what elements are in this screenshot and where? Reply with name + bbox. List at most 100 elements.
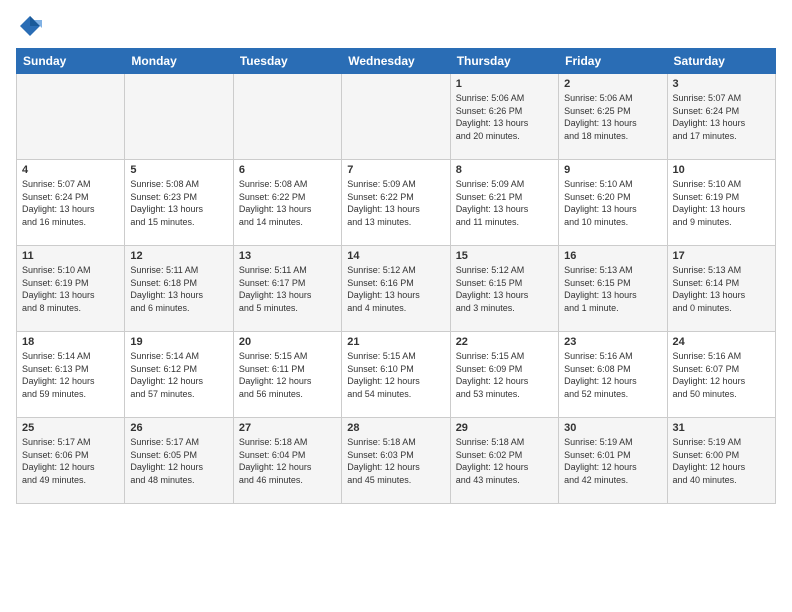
calendar-cell — [17, 74, 125, 160]
calendar-cell: 17Sunrise: 5:13 AM Sunset: 6:14 PM Dayli… — [667, 246, 775, 332]
day-number: 14 — [347, 250, 444, 262]
day-number: 25 — [22, 422, 119, 434]
calendar-cell: 26Sunrise: 5:17 AM Sunset: 6:05 PM Dayli… — [125, 418, 233, 504]
calendar-cell: 1 Sunrise: 5:06 AM Sunset: 6:26 PM Daylig… — [450, 74, 558, 160]
day-info: Sunrise: 5:10 AM Sunset: 6:19 PM Dayligh… — [22, 264, 119, 314]
calendar-week-3: 11 Sunrise: 5:10 AM Sunset: 6:19 PM Dayli… — [17, 246, 776, 332]
day-number: 8 — [456, 164, 553, 176]
calendar-cell: 7 Sunrise: 5:09 AM Sunset: 6:22 PM Daylig… — [342, 160, 450, 246]
day-info: Sunrise: 5:12 AM Sunset: 6:16 PM Dayligh… — [347, 264, 444, 314]
calendar-cell — [342, 74, 450, 160]
day-info: Sunrise: 5:06 AM Sunset: 6:26 PM Dayligh… — [456, 92, 553, 142]
calendar-cell: 20Sunrise: 5:15 AM Sunset: 6:11 PM Dayli… — [233, 332, 341, 418]
day-info: Sunrise: 5:13 AM Sunset: 6:15 PM Dayligh… — [564, 264, 661, 314]
day-number: 19 — [130, 336, 227, 348]
day-info: Sunrise: 5:17 AM Sunset: 6:06 PM Dayligh… — [22, 436, 119, 486]
day-info: Sunrise: 5:14 AM Sunset: 6:13 PM Dayligh… — [22, 350, 119, 400]
calendar-week-2: 4 Sunrise: 5:07 AM Sunset: 6:24 PM Daylig… — [17, 160, 776, 246]
day-number: 18 — [22, 336, 119, 348]
day-info: Sunrise: 5:11 AM Sunset: 6:17 PM Dayligh… — [239, 264, 336, 314]
weekday-header-saturday: Saturday — [667, 49, 775, 74]
calendar-cell: 30 Sunrise: 5:19 AM Sunset: 6:01 PM Dayli… — [559, 418, 667, 504]
calendar-cell: 21 Sunrise: 5:15 AM Sunset: 6:10 PM Dayli… — [342, 332, 450, 418]
calendar-cell: 22 Sunrise: 5:15 AM Sunset: 6:09 PM Dayli… — [450, 332, 558, 418]
calendar-cell: 16 Sunrise: 5:13 AM Sunset: 6:15 PM Dayli… — [559, 246, 667, 332]
calendar-cell: 10Sunrise: 5:10 AM Sunset: 6:19 PM Dayli… — [667, 160, 775, 246]
calendar-cell: 13 Sunrise: 5:11 AM Sunset: 6:17 PM Dayli… — [233, 246, 341, 332]
calendar-cell: 6 Sunrise: 5:08 AM Sunset: 6:22 PM Daylig… — [233, 160, 341, 246]
day-number: 23 — [564, 336, 661, 348]
day-info: Sunrise: 5:18 AM Sunset: 6:02 PM Dayligh… — [456, 436, 553, 486]
day-number: 4 — [22, 164, 119, 176]
day-info: Sunrise: 5:08 AM Sunset: 6:22 PM Dayligh… — [239, 178, 336, 228]
calendar-cell — [233, 74, 341, 160]
day-info: Sunrise: 5:10 AM Sunset: 6:20 PM Dayligh… — [564, 178, 661, 228]
calendar-cell: 4 Sunrise: 5:07 AM Sunset: 6:24 PM Daylig… — [17, 160, 125, 246]
day-number: 27 — [239, 422, 336, 434]
day-info: Sunrise: 5:19 AM Sunset: 6:01 PM Dayligh… — [564, 436, 661, 486]
calendar-cell: 28Sunrise: 5:18 AM Sunset: 6:03 PM Dayli… — [342, 418, 450, 504]
day-number: 28 — [347, 422, 444, 434]
calendar-cell: 5 Sunrise: 5:08 AM Sunset: 6:23 PM Daylig… — [125, 160, 233, 246]
day-number: 1 — [456, 78, 553, 90]
logo — [16, 12, 48, 40]
day-number: 12 — [130, 250, 227, 262]
day-number: 22 — [456, 336, 553, 348]
day-info: Sunrise: 5:13 AM Sunset: 6:14 PM Dayligh… — [673, 264, 770, 314]
weekday-header-sunday: Sunday — [17, 49, 125, 74]
day-number: 5 — [130, 164, 227, 176]
day-number: 20 — [239, 336, 336, 348]
weekday-header-tuesday: Tuesday — [233, 49, 341, 74]
calendar-cell: 23 Sunrise: 5:16 AM Sunset: 6:08 PM Dayli… — [559, 332, 667, 418]
day-info: Sunrise: 5:16 AM Sunset: 6:08 PM Dayligh… — [564, 350, 661, 400]
logo-icon — [16, 12, 44, 40]
calendar-cell: 3 Sunrise: 5:07 AM Sunset: 6:24 PM Daylig… — [667, 74, 775, 160]
day-info: Sunrise: 5:14 AM Sunset: 6:12 PM Dayligh… — [130, 350, 227, 400]
header — [16, 12, 776, 40]
day-info: Sunrise: 5:15 AM Sunset: 6:09 PM Dayligh… — [456, 350, 553, 400]
day-info: Sunrise: 5:09 AM Sunset: 6:21 PM Dayligh… — [456, 178, 553, 228]
calendar-cell — [125, 74, 233, 160]
day-info: Sunrise: 5:18 AM Sunset: 6:04 PM Dayligh… — [239, 436, 336, 486]
calendar-cell: 8 Sunrise: 5:09 AM Sunset: 6:21 PM Daylig… — [450, 160, 558, 246]
calendar-body: 1 Sunrise: 5:06 AM Sunset: 6:26 PM Daylig… — [17, 74, 776, 504]
day-number: 7 — [347, 164, 444, 176]
day-number: 10 — [673, 164, 770, 176]
calendar-cell: 15Sunrise: 5:12 AM Sunset: 6:15 PM Dayli… — [450, 246, 558, 332]
day-number: 16 — [564, 250, 661, 262]
day-number: 30 — [564, 422, 661, 434]
calendar-header: SundayMondayTuesdayWednesdayThursdayFrid… — [17, 49, 776, 74]
weekday-header-friday: Friday — [559, 49, 667, 74]
day-number: 24 — [673, 336, 770, 348]
calendar-cell: 9Sunrise: 5:10 AM Sunset: 6:20 PM Daylig… — [559, 160, 667, 246]
calendar-cell: 18 Sunrise: 5:14 AM Sunset: 6:13 PM Dayli… — [17, 332, 125, 418]
calendar-cell: 11 Sunrise: 5:10 AM Sunset: 6:19 PM Dayli… — [17, 246, 125, 332]
day-info: Sunrise: 5:07 AM Sunset: 6:24 PM Dayligh… — [22, 178, 119, 228]
day-info: Sunrise: 5:15 AM Sunset: 6:10 PM Dayligh… — [347, 350, 444, 400]
day-info: Sunrise: 5:09 AM Sunset: 6:22 PM Dayligh… — [347, 178, 444, 228]
main-container: SundayMondayTuesdayWednesdayThursdayFrid… — [0, 0, 792, 612]
day-number: 2 — [564, 78, 661, 90]
calendar-week-4: 18 Sunrise: 5:14 AM Sunset: 6:13 PM Dayli… — [17, 332, 776, 418]
day-number: 13 — [239, 250, 336, 262]
day-info: Sunrise: 5:06 AM Sunset: 6:25 PM Dayligh… — [564, 92, 661, 142]
calendar-cell: 2 Sunrise: 5:06 AM Sunset: 6:25 PM Daylig… — [559, 74, 667, 160]
calendar-table: SundayMondayTuesdayWednesdayThursdayFrid… — [16, 48, 776, 504]
day-info: Sunrise: 5:16 AM Sunset: 6:07 PM Dayligh… — [673, 350, 770, 400]
day-info: Sunrise: 5:17 AM Sunset: 6:05 PM Dayligh… — [130, 436, 227, 486]
day-info: Sunrise: 5:08 AM Sunset: 6:23 PM Dayligh… — [130, 178, 227, 228]
day-number: 21 — [347, 336, 444, 348]
day-number: 3 — [673, 78, 770, 90]
calendar-cell: 19 Sunrise: 5:14 AM Sunset: 6:12 PM Dayli… — [125, 332, 233, 418]
day-info: Sunrise: 5:11 AM Sunset: 6:18 PM Dayligh… — [130, 264, 227, 314]
weekday-header-monday: Monday — [125, 49, 233, 74]
day-number: 6 — [239, 164, 336, 176]
calendar-week-5: 25 Sunrise: 5:17 AM Sunset: 6:06 PM Dayli… — [17, 418, 776, 504]
weekday-header-thursday: Thursday — [450, 49, 558, 74]
day-info: Sunrise: 5:12 AM Sunset: 6:15 PM Dayligh… — [456, 264, 553, 314]
weekday-header-wednesday: Wednesday — [342, 49, 450, 74]
calendar-cell: 29Sunrise: 5:18 AM Sunset: 6:02 PM Dayli… — [450, 418, 558, 504]
day-info: Sunrise: 5:07 AM Sunset: 6:24 PM Dayligh… — [673, 92, 770, 142]
day-number: 11 — [22, 250, 119, 262]
calendar-cell: 25 Sunrise: 5:17 AM Sunset: 6:06 PM Dayli… — [17, 418, 125, 504]
